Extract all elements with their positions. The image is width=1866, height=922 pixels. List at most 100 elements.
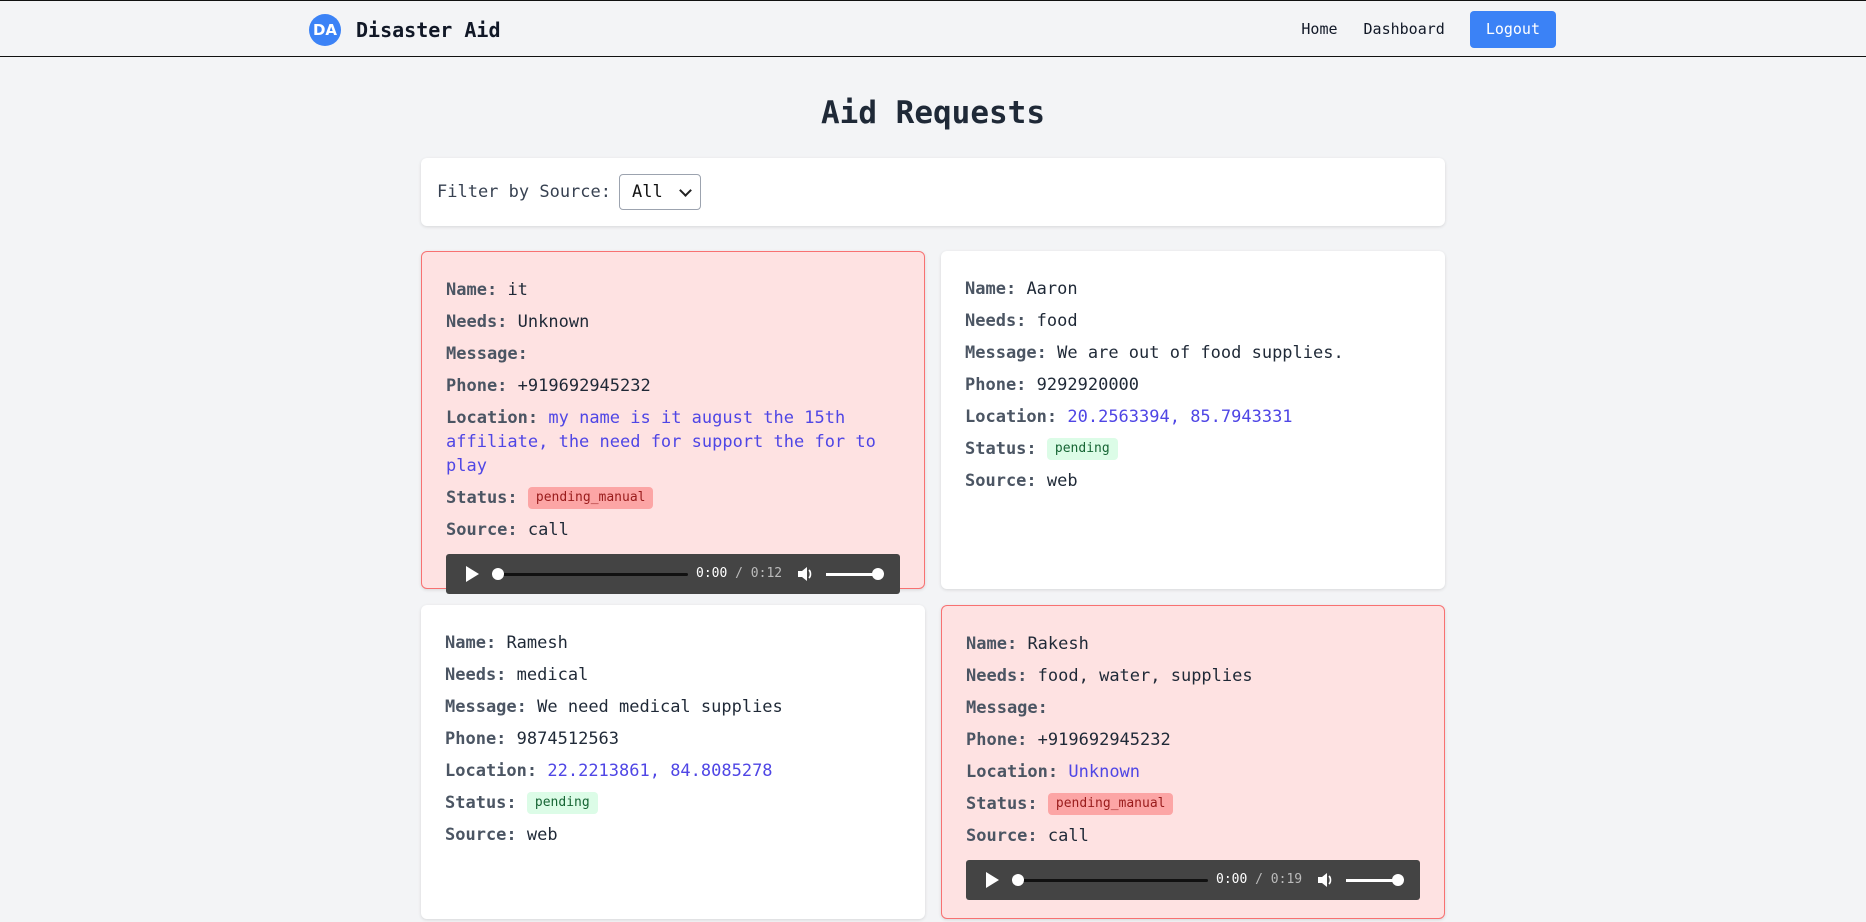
needs-row: Needs: Unknown bbox=[446, 310, 900, 334]
source-row: Source: web bbox=[965, 469, 1421, 493]
volume-icon[interactable] bbox=[1316, 871, 1334, 889]
chevron-down-icon bbox=[679, 183, 692, 197]
page-title: Aid Requests bbox=[821, 95, 1045, 131]
phone-label: Phone: bbox=[446, 376, 508, 396]
status-label: Status: bbox=[446, 488, 518, 508]
phone-label: Phone: bbox=[966, 730, 1028, 750]
needs-label: Needs: bbox=[446, 312, 508, 332]
logout-button[interactable]: Logout bbox=[1469, 11, 1556, 48]
source-label: Source: bbox=[446, 520, 518, 540]
filter-label: Filter by Source: bbox=[437, 182, 611, 202]
request-card: Name: it Needs: Unknown Message: Phone: … bbox=[421, 251, 925, 594]
name-label: Name: bbox=[446, 280, 498, 300]
brand[interactable]: DA Disaster Aid bbox=[309, 14, 501, 46]
name-row: Name: Ramesh bbox=[445, 631, 901, 655]
location-label: Location: bbox=[966, 762, 1059, 782]
source-value: call bbox=[1047, 826, 1089, 846]
phone-row: Phone: +919692945232 bbox=[966, 728, 1420, 752]
status-badge: pending_manual bbox=[1047, 793, 1174, 815]
request-card: Name: Aaron Needs: food Message: We are … bbox=[941, 251, 1445, 589]
source-value: web bbox=[1046, 471, 1078, 491]
source-row: Source: call bbox=[966, 824, 1420, 848]
message-row: Message: We are out of food supplies. bbox=[965, 341, 1421, 365]
request-card: Name: Ramesh Needs: medical Message: We … bbox=[421, 605, 925, 919]
status-badge: pending bbox=[1046, 438, 1118, 460]
needs-value: food bbox=[1036, 311, 1078, 331]
phone-value: 9874512563 bbox=[516, 729, 620, 749]
audio-time: 0:00 / 0:12 bbox=[696, 566, 782, 581]
request-card: Name: Rakesh Needs: food, water, supplie… bbox=[941, 605, 1445, 919]
phone-row: Phone: 9874512563 bbox=[445, 727, 901, 751]
needs-value: food, water, supplies bbox=[1037, 666, 1253, 686]
audio-player: 0:00 / 0:12 bbox=[446, 554, 900, 594]
message-value: We are out of food supplies. bbox=[1057, 343, 1344, 363]
status-label: Status: bbox=[445, 793, 517, 813]
needs-label: Needs: bbox=[965, 311, 1027, 331]
message-row: Message: We need medical supplies bbox=[445, 695, 901, 719]
audio-duration: / 0:12 bbox=[735, 566, 783, 581]
name-value: Ramesh bbox=[506, 633, 568, 653]
message-label: Message: bbox=[966, 698, 1048, 718]
audio-progress-bar[interactable] bbox=[498, 573, 688, 576]
needs-row: Needs: food, water, supplies bbox=[966, 664, 1420, 688]
status-row: Status: pending_manual bbox=[966, 792, 1420, 816]
source-value: web bbox=[526, 825, 558, 845]
message-value: We need medical supplies bbox=[537, 697, 783, 717]
source-label: Source: bbox=[965, 471, 1037, 491]
volume-slider[interactable] bbox=[826, 573, 878, 576]
audio-progress-bar[interactable] bbox=[1018, 879, 1208, 882]
name-row: Name: Aaron bbox=[965, 277, 1421, 301]
status-row: Status: pending_manual bbox=[446, 486, 900, 510]
location-row: Location: 20.2563394, 85.7943331 bbox=[965, 405, 1421, 429]
logo-icon: DA bbox=[309, 14, 341, 46]
message-label: Message: bbox=[445, 697, 527, 717]
audio-progress-handle[interactable] bbox=[492, 568, 504, 580]
audio-duration: / 0:19 bbox=[1255, 872, 1303, 887]
volume-slider[interactable] bbox=[1346, 879, 1398, 882]
source-label: Source: bbox=[445, 825, 517, 845]
volume-handle[interactable] bbox=[1392, 874, 1404, 886]
play-icon[interactable] bbox=[466, 566, 479, 582]
message-label: Message: bbox=[965, 343, 1047, 363]
volume-handle[interactable] bbox=[872, 568, 884, 580]
location-link[interactable]: 20.2563394, 85.7943331 bbox=[1067, 407, 1292, 427]
name-value: Rakesh bbox=[1027, 634, 1089, 654]
audio-progress-handle[interactable] bbox=[1012, 874, 1024, 886]
status-row: Status: pending bbox=[965, 437, 1421, 461]
source-value: call bbox=[527, 520, 569, 540]
message-row: Message: bbox=[446, 342, 900, 366]
source-row: Source: call bbox=[446, 518, 900, 542]
name-label: Name: bbox=[445, 633, 497, 653]
play-icon[interactable] bbox=[986, 872, 999, 888]
source-filter-select[interactable]: All bbox=[619, 174, 701, 210]
status-row: Status: pending bbox=[445, 791, 901, 815]
filter-panel: Filter by Source: All bbox=[421, 158, 1445, 226]
nav-home-link[interactable]: Home bbox=[1288, 11, 1350, 48]
location-link[interactable]: Unknown bbox=[1068, 762, 1140, 782]
location-row: Location: 22.2213861, 84.8085278 bbox=[445, 759, 901, 783]
nav-dashboard-link[interactable]: Dashboard bbox=[1351, 11, 1458, 48]
name-row: Name: it bbox=[446, 278, 900, 302]
needs-value: medical bbox=[516, 665, 589, 685]
audio-player: 0:00 / 0:19 bbox=[966, 860, 1420, 900]
status-label: Status: bbox=[966, 794, 1038, 814]
message-row: Message: bbox=[966, 696, 1420, 720]
phone-value: +919692945232 bbox=[1037, 730, 1171, 750]
location-row: Location: Unknown bbox=[966, 760, 1420, 784]
status-label: Status: bbox=[965, 439, 1037, 459]
phone-row: Phone: +919692945232 bbox=[446, 374, 900, 398]
app-name: Disaster Aid bbox=[356, 18, 501, 42]
status-badge: pending bbox=[526, 792, 598, 814]
source-row: Source: web bbox=[445, 823, 901, 847]
name-label: Name: bbox=[965, 279, 1017, 299]
needs-row: Needs: food bbox=[965, 309, 1421, 333]
phone-label: Phone: bbox=[965, 375, 1027, 395]
nav-menu: Home Dashboard Logout bbox=[1288, 11, 1556, 48]
volume-icon[interactable] bbox=[796, 565, 814, 583]
location-label: Location: bbox=[965, 407, 1058, 427]
location-label: Location: bbox=[445, 761, 538, 781]
needs-row: Needs: medical bbox=[445, 663, 901, 687]
audio-time: 0:00 / 0:19 bbox=[1216, 872, 1302, 887]
status-badge: pending_manual bbox=[527, 487, 654, 509]
location-link[interactable]: 22.2213861, 84.8085278 bbox=[547, 761, 772, 781]
